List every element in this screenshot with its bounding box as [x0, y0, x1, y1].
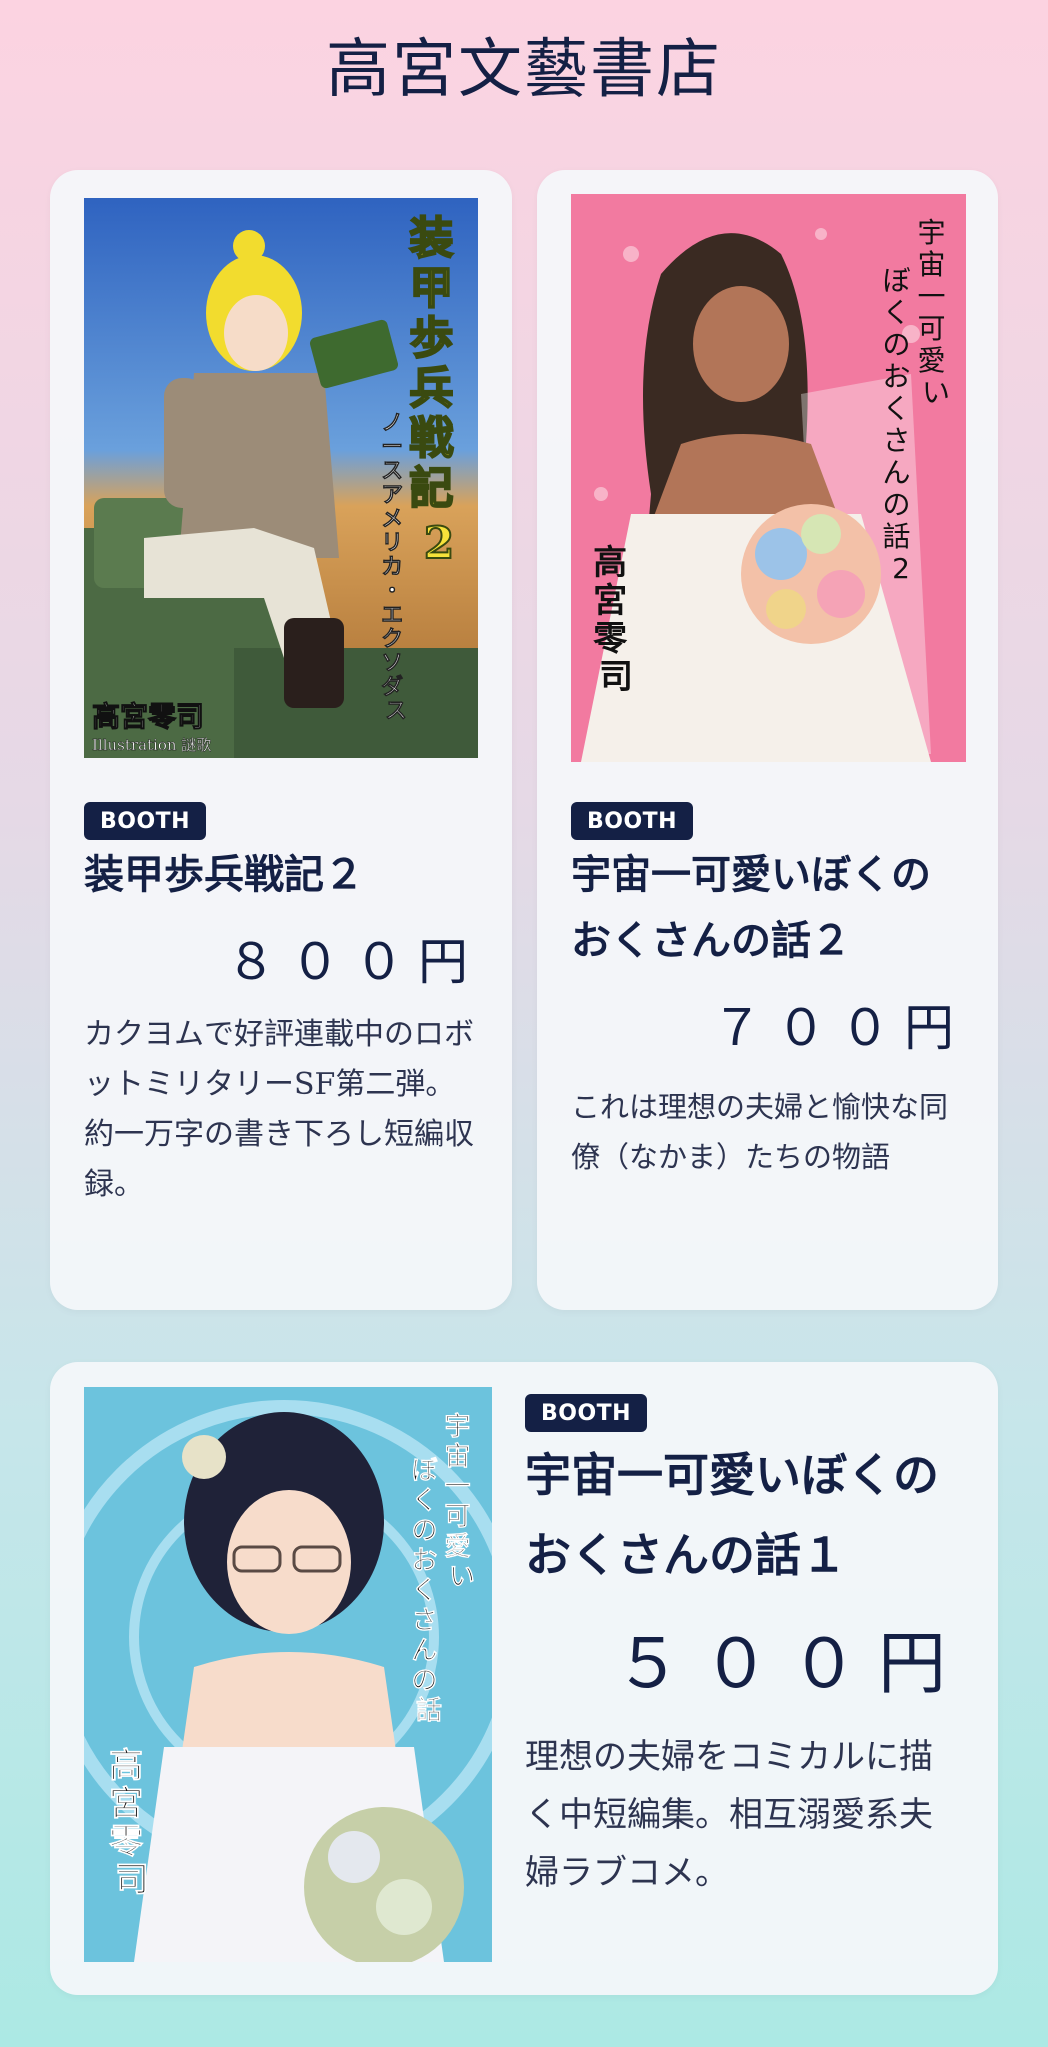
book-description: これは理想の夫婦と愉快な同僚（なかま）たちの物語: [571, 1090, 949, 1174]
book-price: ７００円: [712, 999, 968, 1057]
book-card[interactable]: 宇 宙 一 可 愛 い ぼ く の お く さ ん の 話 2 高 宮 零 司 …: [537, 170, 998, 1310]
book-title[interactable]: 宇宙一可愛いぼくのおくさんの話１: [525, 1435, 965, 1595]
book-title[interactable]: 宇宙一可愛いぼくのおくさんの話２: [571, 842, 951, 974]
book-card[interactable]: 装 甲 歩 兵 戦 記 2 ノ ー ス ア メ リ カ ・ エ ク ソ ダ ス …: [50, 170, 512, 1310]
svg-text:ぼ く の: ぼ く の お く さ ん の 話 2: [883, 264, 920, 585]
book-cover-image[interactable]: 宇 宙 一 可 愛 い ぼ く の お く さ ん の 話 2 高 宮 零 司: [571, 194, 966, 762]
svg-text:高 宮 零: 高 宮 零 司: [109, 1746, 155, 1900]
book-cover-image[interactable]: 宇 宙 一 可 愛 い ぼ く の お く さ ん の 話 高 宮 零 司: [84, 1387, 492, 1962]
svg-text:ぼ く の: ぼ く の お く さ ん の 話: [411, 1456, 446, 1726]
svg-text:ノ ー ス: ノ ー ス ア メ リ カ ・ エ ク ソ ダ ス: [381, 411, 411, 724]
book-price: ５００円: [613, 1625, 966, 1704]
svg-text:Illustration 謎歌: Illustration 謎歌: [92, 736, 211, 754]
book-description: カクヨムで好評連載中のロボットミリタリーSF第二弾。約一万字の書き下ろし短編収録…: [84, 1017, 474, 1202]
svg-text:高 宮 零: 高 宮 零 司: [593, 543, 639, 697]
site-title: 高宮文藝書店: [326, 33, 722, 107]
svg-text:宇 宙 一: 宇 宙 一 可 愛 い: [444, 1412, 479, 1592]
svg-text:高宮零司: 高宮零司: [92, 700, 204, 733]
booth-badge[interactable]: BOOTH: [571, 802, 694, 840]
book-description: 理想の夫婦をコミカルに描く中短編集。相互溺愛系夫婦ラブコメ。: [525, 1737, 933, 1893]
book-cover-image[interactable]: 装 甲 歩 兵 戦 記 2 ノ ー ス ア メ リ カ ・ エ ク ソ ダ ス …: [84, 198, 478, 758]
book-price: ８００円: [226, 933, 482, 991]
svg-text:宇 宙 一: 宇 宙 一 可 愛 い: [918, 216, 955, 409]
booth-badge[interactable]: BOOTH: [84, 802, 207, 840]
book-title[interactable]: 装甲歩兵戦記２: [84, 842, 484, 908]
booth-badge[interactable]: BOOTH: [525, 1394, 648, 1432]
